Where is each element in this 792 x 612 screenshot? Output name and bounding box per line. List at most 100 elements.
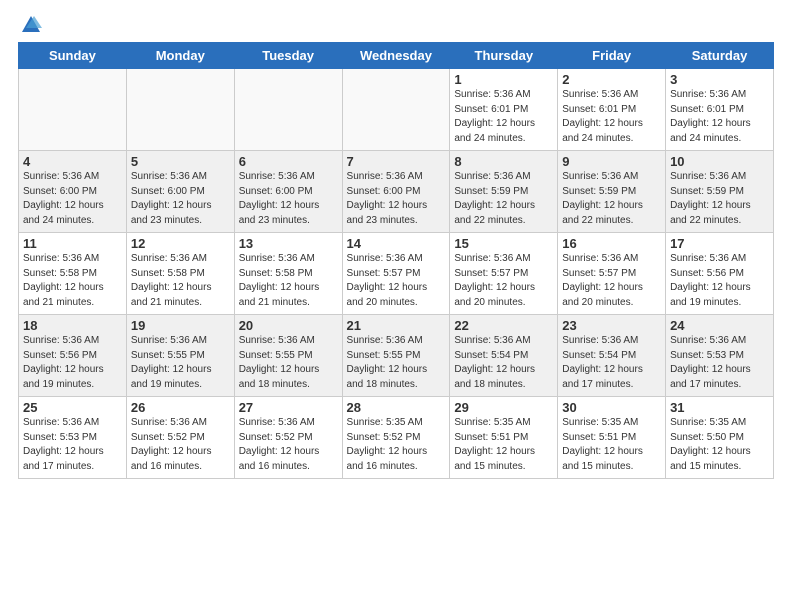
day-number: 3 (670, 72, 769, 87)
day-number: 4 (23, 154, 122, 169)
day-cell-21: 21Sunrise: 5:36 AM Sunset: 5:55 PM Dayli… (342, 315, 450, 397)
days-header-row: SundayMondayTuesdayWednesdayThursdayFrid… (19, 43, 774, 69)
day-cell-22: 22Sunrise: 5:36 AM Sunset: 5:54 PM Dayli… (450, 315, 558, 397)
page: SundayMondayTuesdayWednesdayThursdayFrid… (0, 0, 792, 487)
week-row-5: 25Sunrise: 5:36 AM Sunset: 5:53 PM Dayli… (19, 397, 774, 479)
day-cell-4: 4Sunrise: 5:36 AM Sunset: 6:00 PM Daylig… (19, 151, 127, 233)
week-row-2: 4Sunrise: 5:36 AM Sunset: 6:00 PM Daylig… (19, 151, 774, 233)
day-cell-15: 15Sunrise: 5:36 AM Sunset: 5:57 PM Dayli… (450, 233, 558, 315)
day-cell-26: 26Sunrise: 5:36 AM Sunset: 5:52 PM Dayli… (126, 397, 234, 479)
day-info: Sunrise: 5:36 AM Sunset: 5:53 PM Dayligh… (670, 334, 769, 392)
day-number: 1 (454, 72, 553, 87)
logo-icon (20, 14, 42, 36)
day-number: 21 (347, 318, 446, 333)
day-number: 10 (670, 154, 769, 169)
day-info: Sunrise: 5:36 AM Sunset: 5:55 PM Dayligh… (239, 334, 338, 392)
day-number: 9 (562, 154, 661, 169)
day-cell-empty-2 (234, 69, 342, 151)
day-cell-27: 27Sunrise: 5:36 AM Sunset: 5:52 PM Dayli… (234, 397, 342, 479)
day-cell-24: 24Sunrise: 5:36 AM Sunset: 5:53 PM Dayli… (666, 315, 774, 397)
day-info: Sunrise: 5:36 AM Sunset: 5:56 PM Dayligh… (23, 334, 122, 392)
day-number: 7 (347, 154, 446, 169)
day-header-friday: Friday (558, 43, 666, 69)
day-number: 29 (454, 400, 553, 415)
day-info: Sunrise: 5:36 AM Sunset: 6:00 PM Dayligh… (239, 170, 338, 228)
day-number: 25 (23, 400, 122, 415)
day-info: Sunrise: 5:35 AM Sunset: 5:51 PM Dayligh… (562, 416, 661, 474)
day-number: 30 (562, 400, 661, 415)
day-number: 13 (239, 236, 338, 251)
day-number: 23 (562, 318, 661, 333)
day-header-sunday: Sunday (19, 43, 127, 69)
day-info: Sunrise: 5:36 AM Sunset: 5:58 PM Dayligh… (131, 252, 230, 310)
day-cell-3: 3Sunrise: 5:36 AM Sunset: 6:01 PM Daylig… (666, 69, 774, 151)
day-info: Sunrise: 5:36 AM Sunset: 5:59 PM Dayligh… (562, 170, 661, 228)
day-cell-empty-3 (342, 69, 450, 151)
day-header-saturday: Saturday (666, 43, 774, 69)
calendar-table: SundayMondayTuesdayWednesdayThursdayFrid… (18, 42, 774, 479)
day-cell-7: 7Sunrise: 5:36 AM Sunset: 6:00 PM Daylig… (342, 151, 450, 233)
header (18, 10, 774, 36)
day-info: Sunrise: 5:36 AM Sunset: 6:01 PM Dayligh… (562, 88, 661, 146)
day-cell-1: 1Sunrise: 5:36 AM Sunset: 6:01 PM Daylig… (450, 69, 558, 151)
day-info: Sunrise: 5:36 AM Sunset: 5:59 PM Dayligh… (454, 170, 553, 228)
day-cell-9: 9Sunrise: 5:36 AM Sunset: 5:59 PM Daylig… (558, 151, 666, 233)
day-cell-6: 6Sunrise: 5:36 AM Sunset: 6:00 PM Daylig… (234, 151, 342, 233)
day-info: Sunrise: 5:36 AM Sunset: 6:00 PM Dayligh… (131, 170, 230, 228)
day-cell-12: 12Sunrise: 5:36 AM Sunset: 5:58 PM Dayli… (126, 233, 234, 315)
day-number: 28 (347, 400, 446, 415)
day-number: 8 (454, 154, 553, 169)
day-cell-28: 28Sunrise: 5:35 AM Sunset: 5:52 PM Dayli… (342, 397, 450, 479)
day-info: Sunrise: 5:36 AM Sunset: 5:58 PM Dayligh… (239, 252, 338, 310)
day-info: Sunrise: 5:36 AM Sunset: 5:57 PM Dayligh… (562, 252, 661, 310)
day-cell-8: 8Sunrise: 5:36 AM Sunset: 5:59 PM Daylig… (450, 151, 558, 233)
day-cell-11: 11Sunrise: 5:36 AM Sunset: 5:58 PM Dayli… (19, 233, 127, 315)
day-cell-18: 18Sunrise: 5:36 AM Sunset: 5:56 PM Dayli… (19, 315, 127, 397)
day-info: Sunrise: 5:36 AM Sunset: 5:55 PM Dayligh… (131, 334, 230, 392)
day-number: 2 (562, 72, 661, 87)
day-info: Sunrise: 5:36 AM Sunset: 5:58 PM Dayligh… (23, 252, 122, 310)
day-cell-14: 14Sunrise: 5:36 AM Sunset: 5:57 PM Dayli… (342, 233, 450, 315)
day-info: Sunrise: 5:36 AM Sunset: 5:54 PM Dayligh… (454, 334, 553, 392)
day-number: 14 (347, 236, 446, 251)
day-cell-31: 31Sunrise: 5:35 AM Sunset: 5:50 PM Dayli… (666, 397, 774, 479)
day-info: Sunrise: 5:36 AM Sunset: 6:00 PM Dayligh… (347, 170, 446, 228)
day-cell-19: 19Sunrise: 5:36 AM Sunset: 5:55 PM Dayli… (126, 315, 234, 397)
day-info: Sunrise: 5:35 AM Sunset: 5:52 PM Dayligh… (347, 416, 446, 474)
day-info: Sunrise: 5:36 AM Sunset: 5:57 PM Dayligh… (454, 252, 553, 310)
day-header-monday: Monday (126, 43, 234, 69)
day-number: 24 (670, 318, 769, 333)
day-info: Sunrise: 5:36 AM Sunset: 6:01 PM Dayligh… (670, 88, 769, 146)
week-row-3: 11Sunrise: 5:36 AM Sunset: 5:58 PM Dayli… (19, 233, 774, 315)
day-number: 15 (454, 236, 553, 251)
day-info: Sunrise: 5:35 AM Sunset: 5:50 PM Dayligh… (670, 416, 769, 474)
week-row-1: 1Sunrise: 5:36 AM Sunset: 6:01 PM Daylig… (19, 69, 774, 151)
day-cell-25: 25Sunrise: 5:36 AM Sunset: 5:53 PM Dayli… (19, 397, 127, 479)
day-info: Sunrise: 5:36 AM Sunset: 5:54 PM Dayligh… (562, 334, 661, 392)
day-info: Sunrise: 5:36 AM Sunset: 5:56 PM Dayligh… (670, 252, 769, 310)
day-number: 17 (670, 236, 769, 251)
day-header-tuesday: Tuesday (234, 43, 342, 69)
day-header-wednesday: Wednesday (342, 43, 450, 69)
day-number: 31 (670, 400, 769, 415)
day-info: Sunrise: 5:36 AM Sunset: 5:53 PM Dayligh… (23, 416, 122, 474)
day-info: Sunrise: 5:36 AM Sunset: 5:57 PM Dayligh… (347, 252, 446, 310)
logo (18, 14, 42, 36)
day-cell-20: 20Sunrise: 5:36 AM Sunset: 5:55 PM Dayli… (234, 315, 342, 397)
week-row-4: 18Sunrise: 5:36 AM Sunset: 5:56 PM Dayli… (19, 315, 774, 397)
day-info: Sunrise: 5:36 AM Sunset: 5:52 PM Dayligh… (239, 416, 338, 474)
day-number: 27 (239, 400, 338, 415)
day-cell-29: 29Sunrise: 5:35 AM Sunset: 5:51 PM Dayli… (450, 397, 558, 479)
day-info: Sunrise: 5:36 AM Sunset: 5:59 PM Dayligh… (670, 170, 769, 228)
day-info: Sunrise: 5:36 AM Sunset: 5:52 PM Dayligh… (131, 416, 230, 474)
day-number: 11 (23, 236, 122, 251)
day-info: Sunrise: 5:35 AM Sunset: 5:51 PM Dayligh… (454, 416, 553, 474)
day-number: 26 (131, 400, 230, 415)
day-number: 18 (23, 318, 122, 333)
day-info: Sunrise: 5:36 AM Sunset: 6:01 PM Dayligh… (454, 88, 553, 146)
day-number: 20 (239, 318, 338, 333)
day-cell-23: 23Sunrise: 5:36 AM Sunset: 5:54 PM Dayli… (558, 315, 666, 397)
day-info: Sunrise: 5:36 AM Sunset: 6:00 PM Dayligh… (23, 170, 122, 228)
day-cell-empty-1 (126, 69, 234, 151)
day-cell-empty-0 (19, 69, 127, 151)
